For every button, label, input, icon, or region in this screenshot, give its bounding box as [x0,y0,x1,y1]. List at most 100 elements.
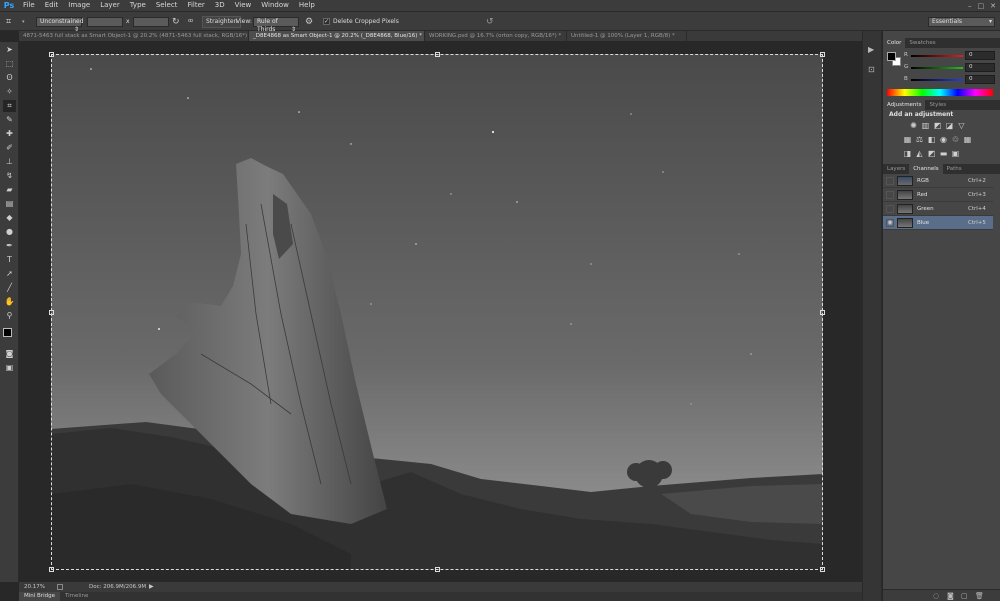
brush-tool-icon[interactable]: ✐ [3,142,16,154]
foreground-color-swatch[interactable] [3,328,12,337]
crop-height-field[interactable] [133,17,169,27]
tab-layers[interactable]: Layers [883,164,909,174]
maximize-icon[interactable]: □ [978,2,985,10]
menu-layer[interactable]: Layer [95,0,125,11]
move-tool-icon[interactable]: ➤ [3,44,16,56]
blur-tool-icon[interactable]: ◆ [3,212,16,224]
slider-red[interactable]: R 0 [904,51,995,60]
color-lookup-icon[interactable]: ▦ [963,135,972,144]
marquee-tool-icon[interactable]: ⬚ [3,58,16,70]
channel-row-red[interactable]: Red Ctrl+3 [883,188,993,202]
crop-tool-icon[interactable]: ⌗ [3,100,16,112]
doc-tab[interactable]: 4871-5463 full stack as Smart Object-1 @… [19,31,249,41]
doc-tab[interactable]: WORKING.psd @ 16.7% (orton copy, RGB/16*… [425,31,567,41]
hand-tool-icon[interactable]: ✋ [3,296,16,308]
menu-window[interactable]: Window [256,0,294,11]
rotate-icon[interactable]: ↻ [172,16,180,28]
hue-saturation-icon[interactable]: ▦ [903,135,912,144]
crop-width-field[interactable] [87,17,123,27]
tab-channels[interactable]: Channels [909,164,943,174]
healing-brush-tool-icon[interactable]: ✚ [3,128,16,140]
screen-mode-icon[interactable]: ▣ [3,362,16,374]
doc-tab-active[interactable]: _D8E4868 as Smart Object-1 @ 20.2% (_D8E… [249,31,425,41]
trash-icon[interactable]: 🗑 [975,592,984,600]
menu-file[interactable]: File [18,0,40,11]
threshold-icon[interactable]: ◩ [927,149,936,158]
gradient-tool-icon[interactable]: ▤ [3,198,16,210]
exposure-icon[interactable]: ◪ [945,121,954,130]
chevron-down-icon[interactable]: ▾ [22,16,25,28]
clone-stamp-tool-icon[interactable]: ⊥ [3,156,16,168]
menu-type[interactable]: Type [125,0,151,11]
reset-icon[interactable]: ↺ [486,16,494,28]
new-channel-icon[interactable]: ▢ [961,592,968,600]
channel-row-rgb[interactable]: RGB Ctrl+2 [883,174,993,188]
slider-green[interactable]: G 0 [904,63,995,72]
eraser-tool-icon[interactable]: ▰ [3,184,16,196]
zoom-tool-icon[interactable]: ⚲ [3,310,16,322]
channel-row-green[interactable]: Green Ctrl+4 [883,202,993,216]
tab-mini-bridge[interactable]: Mini Bridge [19,592,60,601]
levels-icon[interactable]: ▥ [921,121,930,130]
posterize-icon[interactable]: ◭ [915,149,924,158]
workspace-select[interactable]: Essentials ▾ [928,17,995,27]
clear-icon[interactable]: ꝏ [188,18,193,24]
visibility-toggle[interactable] [886,205,894,213]
play-icon[interactable]: ▶ [149,582,154,592]
dodge-tool-icon[interactable]: ● [3,226,16,238]
gear-icon[interactable]: ⚙ [305,16,313,28]
color-balance-icon[interactable]: ⚖ [915,135,924,144]
channel-row-blue[interactable]: ◉ Blue Ctrl+5 [883,216,993,230]
selective-color-icon[interactable]: ▣ [951,149,960,158]
tab-swatches[interactable]: Swatches [905,38,939,48]
delete-cropped-checkbox[interactable]: ✓ [323,18,330,25]
tab-color[interactable]: Color [883,38,906,48]
type-tool-icon[interactable]: T [3,254,16,266]
load-selection-icon[interactable]: ◌ [933,592,939,600]
menu-edit[interactable]: Edit [40,0,64,11]
document-image[interactable] [51,54,823,570]
ratio-select[interactable]: Unconstrained ⇕ [36,17,84,33]
brightness-icon[interactable]: ✺ [909,121,918,130]
color-spectrum[interactable] [887,89,993,96]
gradient-map-icon[interactable]: ▬ [939,149,948,158]
swap-dimensions-icon[interactable]: x [126,17,130,27]
menu-select[interactable]: Select [151,0,183,11]
vibrance-icon[interactable]: ▽ [957,121,966,130]
tab-adjustments[interactable]: Adjustments [883,100,926,110]
crop-icon[interactable]: ⌗ [6,16,20,28]
tab-styles[interactable]: Styles [925,100,950,110]
path-selection-tool-icon[interactable]: ➚ [3,268,16,280]
tab-timeline[interactable]: Timeline [60,592,93,601]
menu-image[interactable]: Image [63,0,95,11]
zoom-level[interactable]: 20.17% [24,582,45,592]
visibility-toggle[interactable] [886,177,894,185]
foreground-color-swatch[interactable] [887,52,896,61]
overlay-select[interactable]: Rule of Thirds ⇕ [253,17,299,33]
play-actions-icon[interactable]: ▶ [868,45,874,54]
eyedropper-tool-icon[interactable]: ✎ [3,114,16,126]
black-white-icon[interactable]: ◧ [927,135,936,144]
channel-mixer-icon[interactable]: ♲ [951,135,960,144]
curves-icon[interactable]: ◩ [933,121,942,130]
close-icon[interactable]: ✕ [990,2,996,10]
history-icon[interactable]: ⊡ [868,65,875,74]
minimize-icon[interactable]: – [968,2,972,10]
menu-filter[interactable]: Filter [182,0,209,11]
slider-blue[interactable]: B 0 [904,75,995,84]
menu-view[interactable]: View [230,0,257,11]
tab-paths[interactable]: Paths [943,164,966,174]
eye-icon[interactable]: ◉ [886,219,894,227]
doc-info-icon[interactable] [57,584,63,590]
line-tool-icon[interactable]: ╱ [3,282,16,294]
photo-filter-icon[interactable]: ◉ [939,135,948,144]
history-brush-tool-icon[interactable]: ↯ [3,170,16,182]
magic-wand-tool-icon[interactable]: ✧ [3,86,16,98]
invert-icon[interactable]: ◨ [903,149,912,158]
visibility-toggle[interactable] [886,191,894,199]
pen-tool-icon[interactable]: ✒ [3,240,16,252]
lasso-tool-icon[interactable]: ʘ [3,72,16,84]
quick-mask-icon[interactable]: ◙ [3,348,16,360]
menu-3d[interactable]: 3D [210,0,230,11]
save-selection-icon[interactable]: ◙ [947,592,954,600]
